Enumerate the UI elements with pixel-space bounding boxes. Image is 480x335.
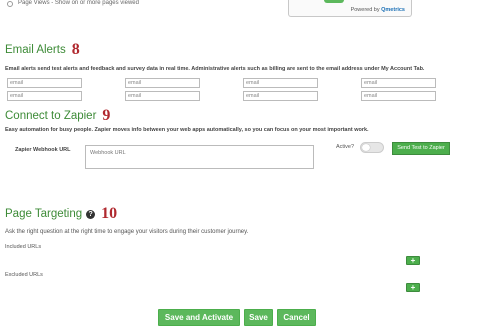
active-toggle[interactable] — [360, 142, 384, 153]
zapier-description: Easy automation for busy people. Zapier … — [5, 127, 369, 133]
powered-by-text: Powered by — [350, 7, 380, 13]
email-input-6[interactable] — [125, 91, 200, 101]
page-targeting-heading: Page Targeting ? 10 — [5, 205, 117, 223]
page-targeting-title: Page Targeting — [5, 208, 83, 220]
powered-by-brand: Qmetrics — [381, 7, 405, 13]
preview-green-tab — [324, 0, 344, 3]
excluded-urls-label: Excluded URLs — [5, 272, 43, 278]
email-alerts-title: Email Alerts — [5, 44, 66, 56]
help-icon[interactable]: ? — [86, 209, 96, 219]
send-test-zapier-button[interactable]: Send Test to Zapier — [392, 142, 450, 155]
email-input-8[interactable] — [361, 91, 436, 101]
zapier-title: Connect to Zapier — [5, 110, 97, 122]
powered-by: Powered by Qmetrics — [351, 7, 405, 13]
email-input-3[interactable] — [243, 78, 318, 88]
zapier-webhook-input[interactable] — [85, 145, 314, 169]
email-input-1[interactable] — [7, 78, 82, 88]
email-input-2[interactable] — [125, 78, 200, 88]
save-button[interactable]: Save — [244, 309, 273, 326]
email-alerts-description: Email alerts send test alerts and feedba… — [5, 66, 425, 72]
active-toggle-knob — [362, 144, 370, 151]
zapier-heading: Connect to Zapier 9 — [5, 107, 110, 125]
add-excluded-url-button[interactable]: + — [406, 283, 420, 292]
email-alerts-step-number: 8 — [71, 41, 80, 58]
zapier-step-number: 9 — [102, 107, 111, 124]
active-label: Active? — [336, 144, 355, 150]
add-included-url-button[interactable]: + — [406, 256, 420, 265]
email-input-5[interactable] — [7, 91, 82, 101]
page-targeting-description: Ask the right question at the right time… — [5, 229, 249, 235]
page-targeting-step-number: 10 — [101, 205, 118, 222]
zapier-webhook-label: Zapier Webhook URL — [15, 147, 71, 153]
email-input-7[interactable] — [243, 91, 318, 101]
email-input-4[interactable] — [361, 78, 436, 88]
preview-widget: Powered by Qmetrics — [288, 0, 412, 17]
cancel-button[interactable]: Cancel — [277, 309, 316, 326]
page-views-radio[interactable] — [7, 1, 13, 7]
email-alerts-heading: Email Alerts 8 — [5, 41, 80, 59]
top-section: Page Views - Show on or more pages viewe… — [0, 0, 480, 18]
save-and-activate-button[interactable]: Save and Activate — [158, 309, 240, 326]
page-views-text: Page Views - Show on or more pages viewe… — [18, 0, 139, 6]
included-urls-label: Included URLs — [5, 244, 42, 250]
